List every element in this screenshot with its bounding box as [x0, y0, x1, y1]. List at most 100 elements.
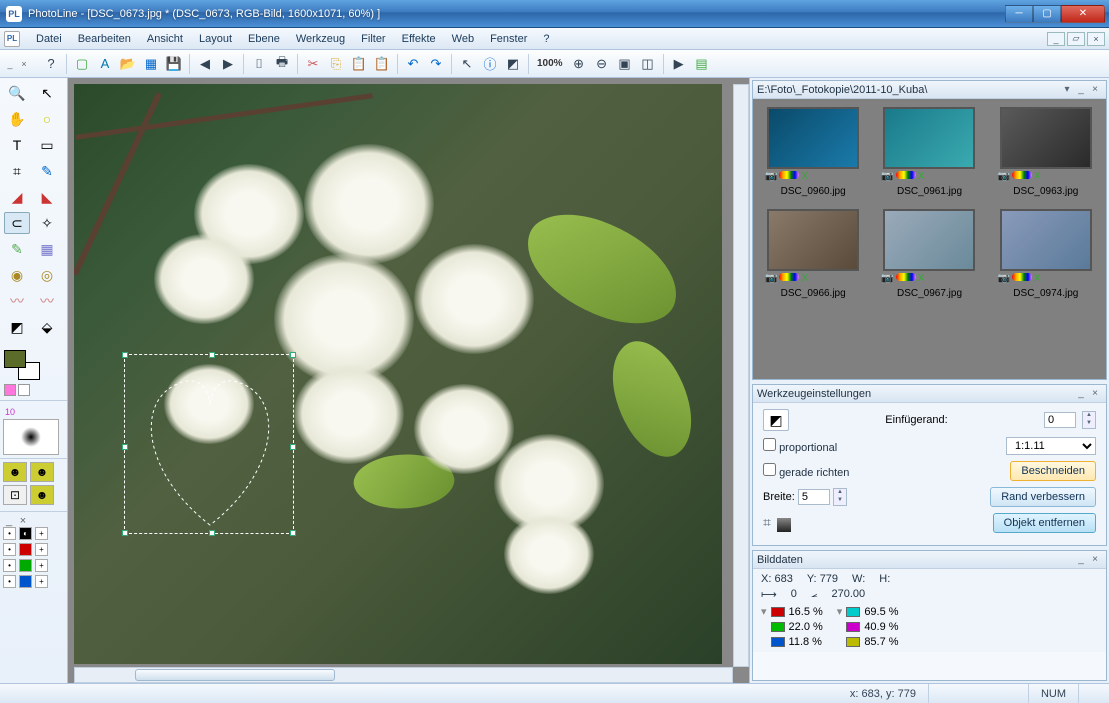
- panel-close-icon[interactable]: ×: [18, 58, 30, 70]
- einfuegerand-input[interactable]: [1044, 412, 1076, 428]
- eraser-tool[interactable]: ◢: [4, 186, 30, 208]
- gerade-checkbox[interactable]: [763, 463, 776, 476]
- menu-effekte[interactable]: Effekte: [394, 30, 444, 48]
- eraser2-tool[interactable]: ◣: [34, 186, 60, 208]
- lasso-tool[interactable]: ⊂: [4, 212, 30, 234]
- panel-min-icon[interactable]: _: [1074, 84, 1088, 95]
- paste-icon[interactable]: 📋: [349, 54, 369, 74]
- print-icon[interactable]: 🖶: [272, 54, 292, 74]
- wand-tool[interactable]: ✧: [34, 212, 60, 234]
- copy-icon[interactable]: ⎘: [326, 54, 346, 74]
- adj-12[interactable]: +: [35, 575, 48, 588]
- einfuegerand-spinner[interactable]: ▲▼: [1082, 411, 1096, 429]
- brush-tool[interactable]: ✎: [34, 160, 60, 182]
- info-icon[interactable]: ⓘ: [480, 54, 500, 74]
- heal-tool[interactable]: ◎: [34, 264, 60, 286]
- adj-5[interactable]: [19, 543, 32, 556]
- panel-min-icon[interactable]: _: [1074, 388, 1088, 399]
- adj-11[interactable]: [19, 575, 32, 588]
- fill-tool[interactable]: ▦: [34, 238, 60, 260]
- zoom-tool[interactable]: 🔍: [4, 82, 30, 104]
- help-small-icon[interactable]: ?: [41, 54, 61, 74]
- open-icon[interactable]: 📂: [118, 54, 138, 74]
- hand-tool[interactable]: ✋: [4, 108, 30, 130]
- ellipse-tool[interactable]: ○: [34, 108, 60, 130]
- breite-spinner[interactable]: ▲▼: [833, 488, 847, 506]
- next-icon[interactable]: ▶: [218, 54, 238, 74]
- panel-menu-icon[interactable]: ▾: [1060, 84, 1074, 95]
- maximize-button[interactable]: ▢: [1033, 5, 1061, 23]
- paint-tool[interactable]: ✎: [4, 238, 30, 260]
- panel-close-icon[interactable]: ×: [1088, 84, 1102, 95]
- close-button[interactable]: ✕: [1061, 5, 1105, 23]
- crop-icon[interactable]: ⌗: [763, 514, 771, 530]
- adj-3[interactable]: +: [35, 527, 48, 540]
- tool-settings-icon[interactable]: ◩: [763, 409, 789, 431]
- mdi-minimize[interactable]: _: [1047, 32, 1065, 46]
- mask-d-button[interactable]: ☻: [30, 485, 54, 505]
- breite-input[interactable]: [798, 489, 830, 505]
- adj-2[interactable]: ◐: [19, 527, 32, 540]
- thumbnail[interactable]: 📷X DSC_0963.jpg: [994, 107, 1098, 197]
- adj-8[interactable]: [19, 559, 32, 572]
- gradient-icon[interactable]: ◩: [503, 54, 523, 74]
- menu-ansicht[interactable]: Ansicht: [139, 30, 191, 48]
- save-icon[interactable]: 💾: [164, 54, 184, 74]
- vertical-scrollbar[interactable]: [733, 84, 749, 667]
- menu-werkzeug[interactable]: Werkzeug: [288, 30, 353, 48]
- fit-icon[interactable]: ▣: [615, 54, 635, 74]
- brush-preview[interactable]: [3, 419, 59, 455]
- thumbnail[interactable]: 📷X DSC_0974.jpg: [994, 209, 1098, 299]
- cut-icon[interactable]: ✂: [303, 54, 323, 74]
- objekt-entfernen-button[interactable]: Objekt entfernen: [993, 513, 1096, 533]
- menu-ebene[interactable]: Ebene: [240, 30, 288, 48]
- menu-fenster[interactable]: Fenster: [482, 30, 535, 48]
- text-tool[interactable]: T: [4, 134, 30, 156]
- mask-b-button[interactable]: ☻: [30, 462, 54, 482]
- panel-min-icon[interactable]: _: [1074, 554, 1088, 565]
- menu-web[interactable]: Web: [444, 30, 482, 48]
- adj-9[interactable]: +: [35, 559, 48, 572]
- panel-close-icon[interactable]: ×: [1088, 554, 1102, 565]
- ratio-select[interactable]: 1:1.11: [1006, 437, 1096, 455]
- fg-color-swatch[interactable]: [4, 350, 26, 368]
- mask-a-button[interactable]: ☻: [3, 462, 27, 482]
- clone-tool[interactable]: ◉: [4, 264, 30, 286]
- new-icon[interactable]: ▢: [72, 54, 92, 74]
- beschneiden-button[interactable]: Beschneiden: [1010, 461, 1096, 481]
- menu-layout[interactable]: Layout: [191, 30, 240, 48]
- paste-special-icon[interactable]: 📋: [372, 54, 392, 74]
- rect-tool[interactable]: ▭: [34, 134, 60, 156]
- smudge-tool[interactable]: 〰: [4, 290, 30, 312]
- panel-close-icon[interactable]: ×: [1088, 388, 1102, 399]
- adj-10[interactable]: •: [3, 575, 16, 588]
- zoom-out-icon[interactable]: ⊖: [592, 54, 612, 74]
- thumbnail[interactable]: 📷X DSC_0966.jpg: [761, 209, 865, 299]
- mdi-close[interactable]: ×: [1087, 32, 1105, 46]
- mdi-restore[interactable]: ▱: [1067, 32, 1085, 46]
- document-canvas[interactable]: [74, 84, 722, 664]
- arrow-icon[interactable]: ↖: [457, 54, 477, 74]
- fill-icon[interactable]: [777, 518, 791, 532]
- page-icon[interactable]: ▤: [692, 54, 712, 74]
- crop-tool[interactable]: ⌗: [4, 160, 30, 182]
- menu-datei[interactable]: Datei: [28, 30, 70, 48]
- selection-bbox[interactable]: [124, 354, 294, 534]
- proportional-checkbox[interactable]: [763, 438, 776, 451]
- adj-4[interactable]: •: [3, 543, 16, 556]
- undo-icon[interactable]: ↶: [403, 54, 423, 74]
- adj-1[interactable]: •: [3, 527, 16, 540]
- move-tool[interactable]: ↖: [34, 82, 60, 104]
- fit-window-icon[interactable]: ◫: [638, 54, 658, 74]
- adj-7[interactable]: •: [3, 559, 16, 572]
- minimize-button[interactable]: ─: [1005, 5, 1033, 23]
- menu-help[interactable]: ?: [535, 30, 557, 48]
- horizontal-scrollbar[interactable]: [74, 667, 733, 683]
- bucket-tool[interactable]: ⬙: [34, 316, 60, 338]
- thumbnail[interactable]: 📷X DSC_0961.jpg: [877, 107, 981, 197]
- thumbnail[interactable]: 📷X DSC_0960.jpg: [761, 107, 865, 197]
- text-icon[interactable]: A: [95, 54, 115, 74]
- scan-icon[interactable]: ⌷: [249, 54, 269, 74]
- adj-6[interactable]: +: [35, 543, 48, 556]
- prev-icon[interactable]: ◀: [195, 54, 215, 74]
